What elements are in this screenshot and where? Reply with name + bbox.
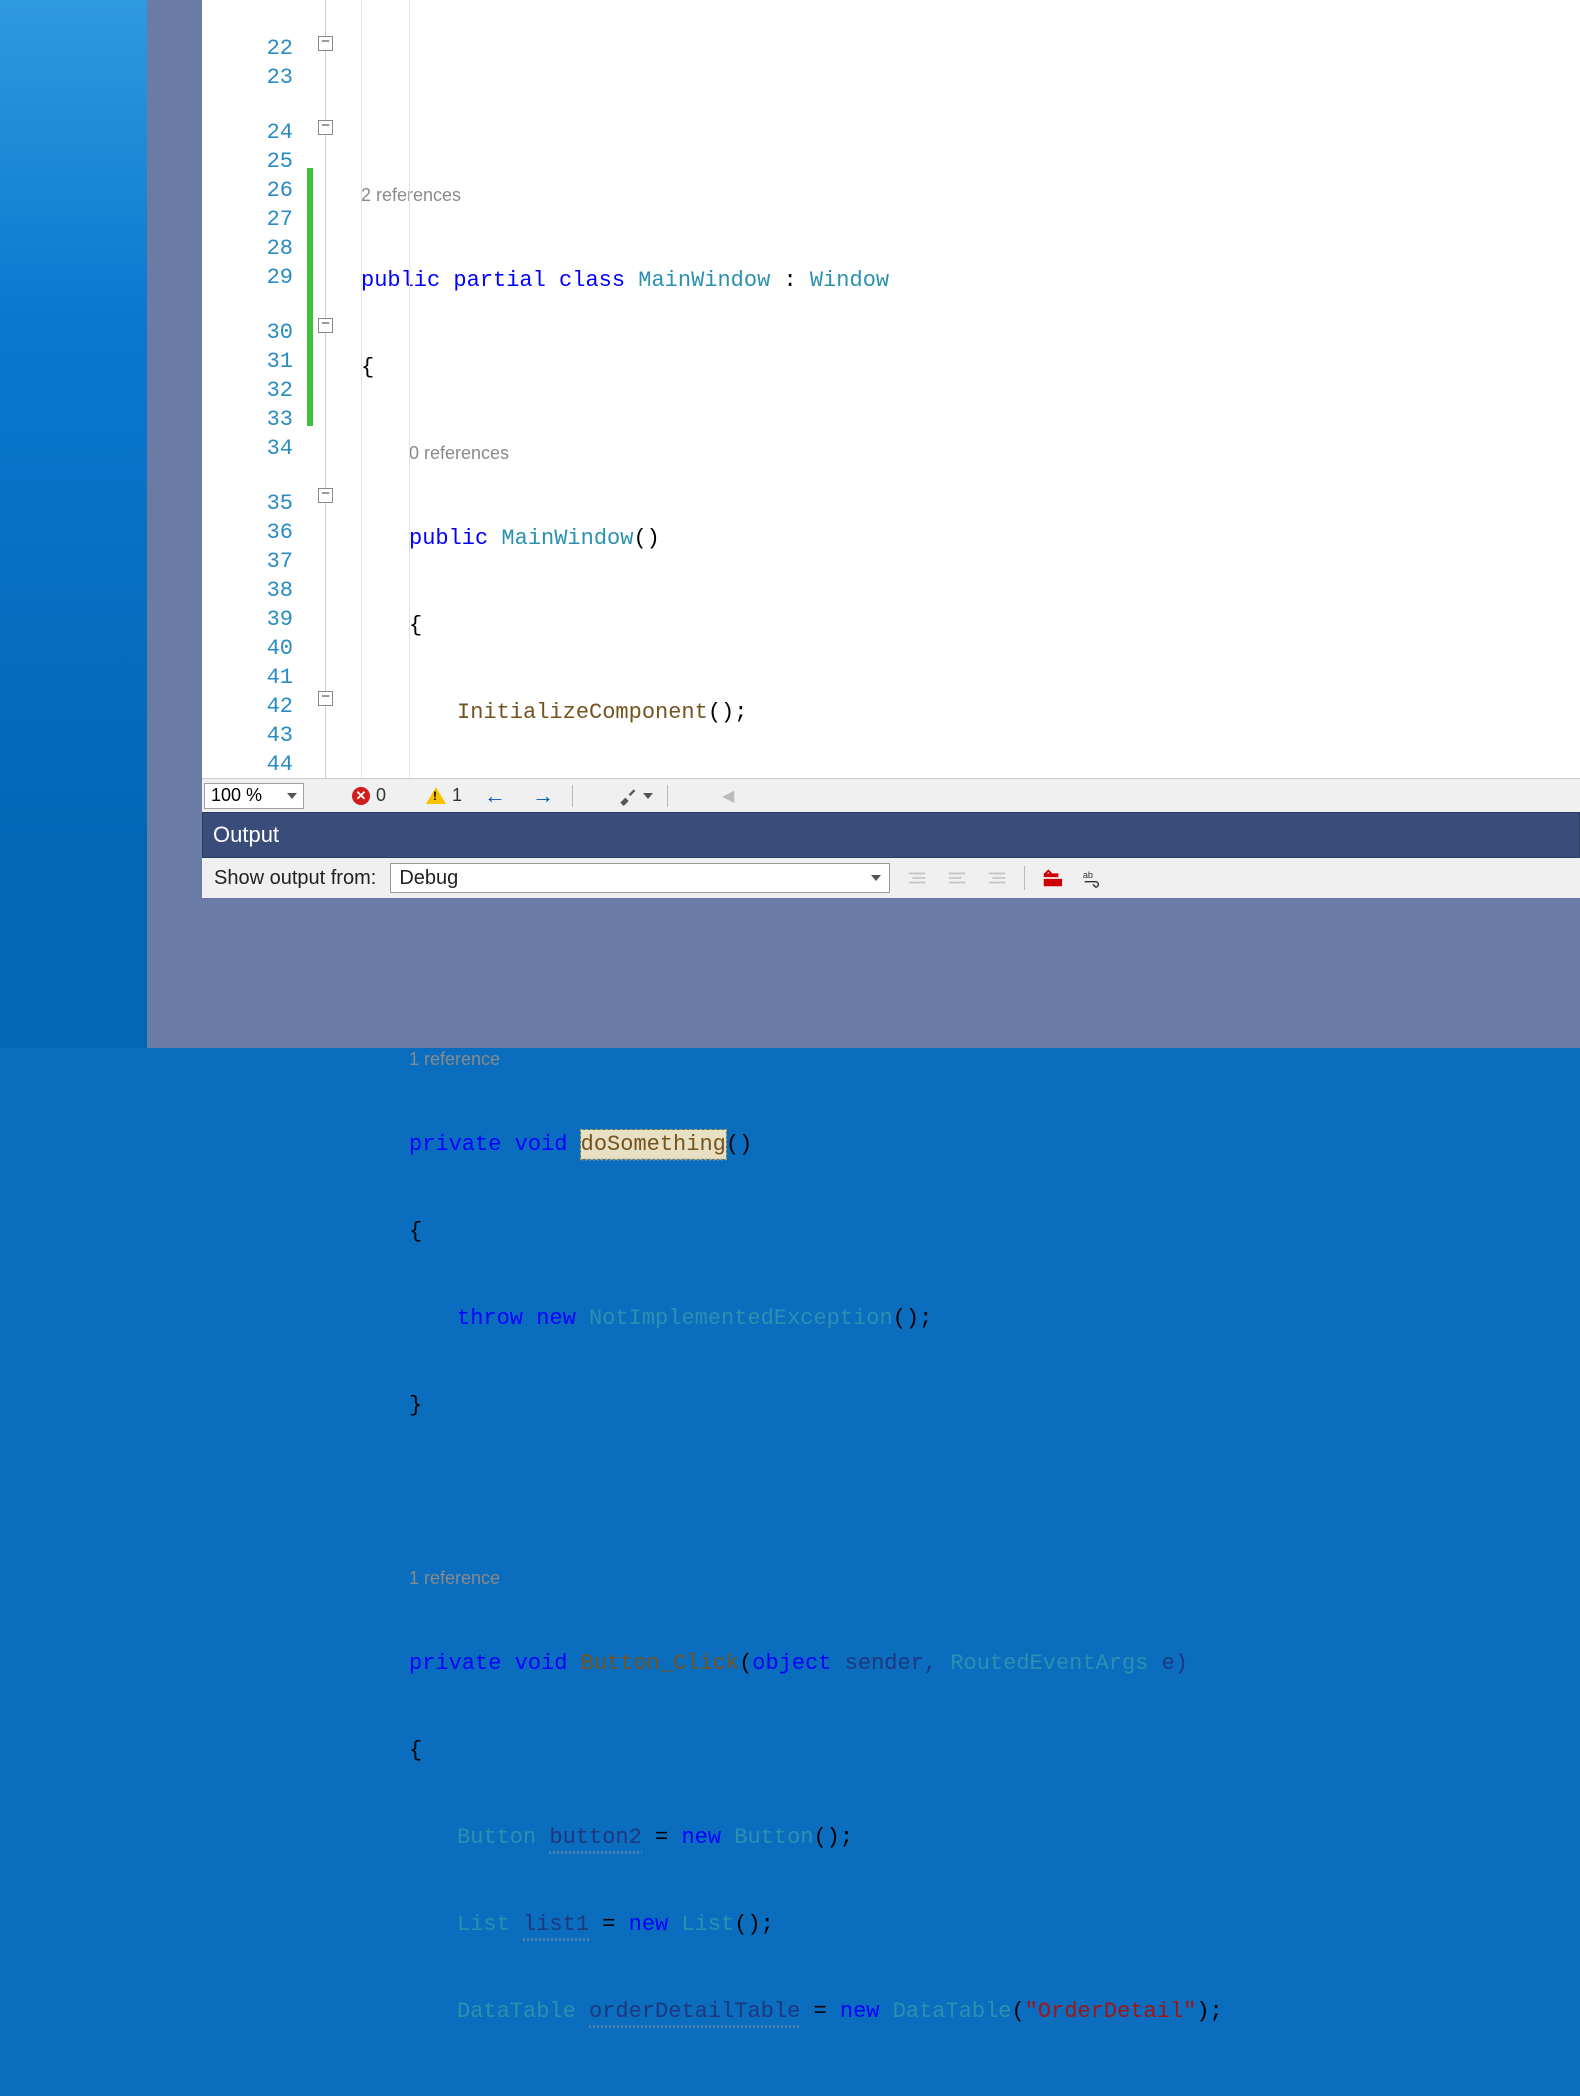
nav-forward-button[interactable]: → xyxy=(528,782,558,810)
codelens-references[interactable]: 2 references xyxy=(343,182,1580,208)
line-num: 28 xyxy=(202,234,307,263)
separator xyxy=(572,785,573,807)
line-num: 36 xyxy=(202,518,307,547)
nav-back-button[interactable]: ← xyxy=(480,782,510,810)
clear-all-icon[interactable] xyxy=(1039,865,1065,891)
output-source-value: Debug xyxy=(399,867,458,890)
outdent-icon[interactable] xyxy=(984,865,1010,891)
desktop-background xyxy=(0,0,147,1048)
line-num: 25 xyxy=(202,147,307,176)
line-num: 37 xyxy=(202,547,307,576)
svg-text:ab: ab xyxy=(1083,870,1093,880)
line-number-gutter: 22 23 24 25 26 27 28 29 30 31 32 33 34 3… xyxy=(202,0,307,778)
output-toolbar: Show output from: Debug ab xyxy=(202,858,1580,898)
code-text-area[interactable]: 2 references public partial class MainWi… xyxy=(343,0,1580,778)
warning-icon[interactable] xyxy=(426,787,446,804)
line-num: 32 xyxy=(202,376,307,405)
error-icon[interactable]: ✕ xyxy=(352,787,370,805)
ide-frame: 22 23 24 25 26 27 28 29 30 31 32 33 34 3… xyxy=(147,0,1580,1048)
indent-right-icon[interactable] xyxy=(944,865,970,891)
separator xyxy=(667,785,668,807)
line-num: 22 xyxy=(202,34,307,63)
output-panel-title: Output xyxy=(213,822,279,848)
fold-toggle-icon[interactable]: − xyxy=(318,691,333,706)
fold-toggle-icon[interactable]: − xyxy=(318,318,333,333)
warning-count: 1 xyxy=(452,785,462,806)
line-num: 24 xyxy=(202,118,307,147)
chevron-down-icon xyxy=(643,793,653,799)
line-num: 39 xyxy=(202,605,307,634)
line-num: 29 xyxy=(202,263,307,292)
line-num: 26 xyxy=(202,176,307,205)
line-num: 27 xyxy=(202,205,307,234)
line-num: 30 xyxy=(202,318,307,347)
zoom-dropdown[interactable]: 100 % xyxy=(204,783,304,809)
output-source-label: Show output from: xyxy=(214,867,376,890)
line-num: 38 xyxy=(202,576,307,605)
line-num: 40 xyxy=(202,634,307,663)
zoom-value: 100 % xyxy=(211,785,262,806)
change-tracking-margin xyxy=(307,0,315,778)
error-count: 0 xyxy=(376,785,386,806)
code-editor[interactable]: 22 23 24 25 26 27 28 29 30 31 32 33 34 3… xyxy=(202,0,1580,778)
chevron-down-icon xyxy=(871,875,881,881)
line-num: 41 xyxy=(202,663,307,692)
line-num: 31 xyxy=(202,347,307,376)
fold-toggle-icon[interactable]: − xyxy=(318,36,333,51)
outlining-margin[interactable]: − − − − − xyxy=(315,0,343,778)
line-num: 42 xyxy=(202,692,307,721)
editor-status-bar: 100 % ✕ 0 1 ← → ◀ xyxy=(202,778,1580,812)
scroll-left-icon[interactable]: ◀ xyxy=(722,786,734,806)
line-num: 35 xyxy=(202,489,307,518)
line-num: 34 xyxy=(202,434,307,463)
codelens-references[interactable]: 1 reference xyxy=(343,1565,1580,1591)
line-num: 43 xyxy=(202,721,307,750)
fold-toggle-icon[interactable]: − xyxy=(318,488,333,503)
indent-left-icon[interactable] xyxy=(904,865,930,891)
codelens-references[interactable]: 1 reference xyxy=(343,1046,1580,1072)
codelens-references[interactable]: 0 references xyxy=(343,440,1580,466)
line-num: 23 xyxy=(202,63,307,92)
output-panel-header[interactable]: Output xyxy=(202,812,1580,858)
symbol-definition-highlight: doSomething xyxy=(581,1130,726,1159)
fold-toggle-icon[interactable]: − xyxy=(318,120,333,135)
line-num: 44 xyxy=(202,750,307,779)
word-wrap-icon[interactable]: ab xyxy=(1079,865,1105,891)
chevron-down-icon xyxy=(287,793,297,799)
cleanup-dropdown[interactable] xyxy=(617,786,653,806)
line-num: 33 xyxy=(202,405,307,434)
output-source-dropdown[interactable]: Debug xyxy=(390,863,890,893)
